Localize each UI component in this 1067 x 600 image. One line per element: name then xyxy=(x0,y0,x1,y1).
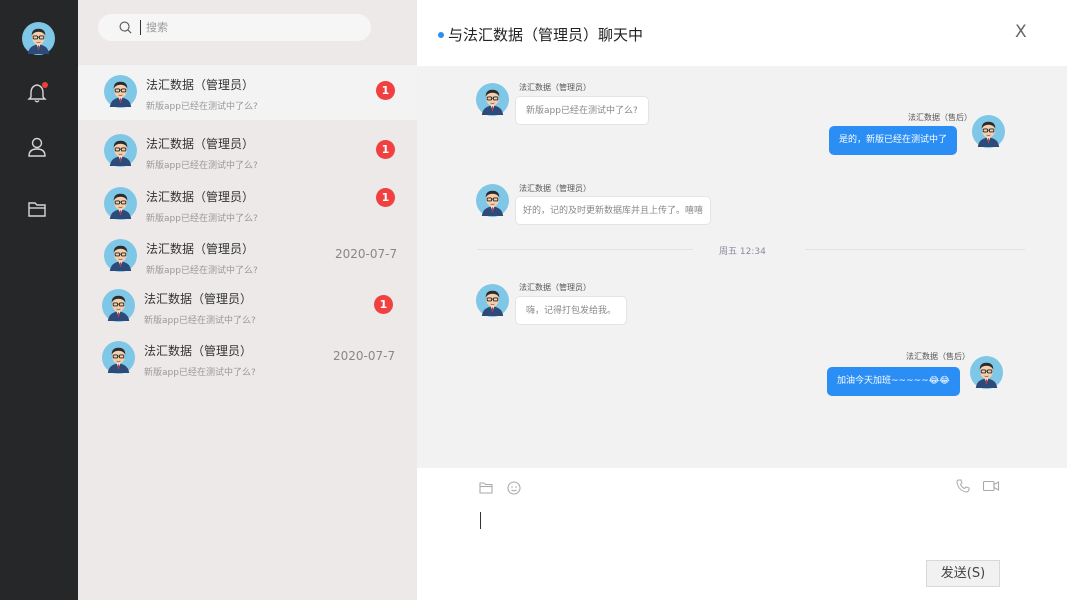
search-bar[interactable] xyxy=(98,14,371,41)
message-text: 加油今天加班~~~~~ xyxy=(837,376,929,386)
conversation-preview: 新版app已经在测试中了么? xyxy=(146,161,258,171)
search-icon xyxy=(119,21,132,34)
emoji: 😂😂 xyxy=(928,376,950,386)
message-input[interactable] xyxy=(475,504,1045,554)
message-sender: 法汇数据（管理员） xyxy=(519,184,591,193)
search-caret xyxy=(140,20,141,35)
conversation-date: 2020-07-7 xyxy=(333,349,396,363)
message-bubble[interactable]: 加油今天加班~~~~~😂😂 xyxy=(827,367,960,396)
divider xyxy=(805,249,1025,250)
conversation-date: 2020-07-7 xyxy=(335,247,398,261)
unread-badge: 1 xyxy=(374,295,393,314)
avatar xyxy=(104,75,137,108)
conversation-item[interactable]: 法汇数据（管理员） 新版app已经在测试中了么? 1 xyxy=(78,177,417,232)
folder-icon[interactable] xyxy=(26,198,48,220)
message-sender: 法汇数据（售后） xyxy=(906,352,970,361)
message-bubble[interactable]: 嗨，记得打包发给我。 xyxy=(515,296,628,325)
message-sender: 法汇数据（管理员） xyxy=(519,83,591,92)
divider xyxy=(477,249,693,250)
phone-icon[interactable] xyxy=(955,478,971,494)
conversation-item[interactable]: 法汇数据（管理员） 新版app已经在测试中了么? 1 xyxy=(78,279,417,334)
avatar xyxy=(102,289,135,322)
conversation-preview: 新版app已经在测试中了么? xyxy=(146,266,258,276)
emoji-icon[interactable] xyxy=(506,480,522,496)
conversation-name: 法汇数据（管理员） xyxy=(144,344,253,358)
message-bubble[interactable]: 好的，记的及时更新数据库并且上传了。嘻嘻 xyxy=(515,196,712,225)
search-input[interactable] xyxy=(146,18,346,37)
conversation-item[interactable]: 法汇数据（管理员） 新版app已经在测试中了么? 1 xyxy=(78,65,417,120)
unread-badge: 1 xyxy=(376,188,395,207)
conversation-list: 法汇数据（管理员） 新版app已经在测试中了么? 1 法汇数据（管理员） 新版a… xyxy=(78,0,417,600)
avatar xyxy=(102,341,135,374)
conversation-item[interactable]: 法汇数据（管理员） 新版app已经在测试中了么? 2020-07-7 xyxy=(78,331,417,386)
avatar xyxy=(104,239,137,272)
conversation-name: 法汇数据（管理员） xyxy=(146,137,255,151)
chat-app: 法汇数据（管理员） 新版app已经在测试中了么? 1 法汇数据（管理员） 新版a… xyxy=(0,0,1067,600)
folder-icon[interactable] xyxy=(478,480,494,496)
avatar xyxy=(476,284,509,317)
timestamp-separator: 周五 12:34 xyxy=(719,247,766,257)
avatar xyxy=(476,83,509,116)
conversation-preview: 新版app已经在测试中了么? xyxy=(146,102,258,112)
conversation-name: 法汇数据（管理员） xyxy=(146,78,255,92)
conversation-name: 法汇数据（管理员） xyxy=(146,190,255,204)
message-bubble[interactable]: 新版app已经在测试中了么? xyxy=(515,96,649,125)
conversation-item[interactable]: 法汇数据（管理员） 新版app已经在测试中了么? 1 xyxy=(78,124,417,179)
notification-dot xyxy=(42,82,48,88)
chat-title: 与法汇数据（管理员）聊天中 xyxy=(448,26,644,44)
avatar xyxy=(476,184,509,217)
avatar xyxy=(970,356,1003,389)
unread-badge: 1 xyxy=(376,140,395,159)
message-area[interactable]: 法汇数据（管理员） 新版app已经在测试中了么? 法汇数据（售后） 是的，新版已… xyxy=(417,66,1067,468)
conversation-preview: 新版app已经在测试中了么? xyxy=(144,316,256,326)
online-dot xyxy=(438,32,444,38)
video-call-icon[interactable] xyxy=(982,478,1000,494)
avatar xyxy=(972,115,1005,148)
user-icon[interactable] xyxy=(26,136,48,158)
avatar xyxy=(104,187,137,220)
conversation-preview: 新版app已经在测试中了么? xyxy=(144,368,256,378)
conversation-item[interactable]: 法汇数据（管理员） 新版app已经在测试中了么? 2020-07-7 xyxy=(78,229,417,284)
message-bubble[interactable]: 是的，新版已经在测试中了 xyxy=(829,126,958,155)
send-button[interactable]: 发送(S) xyxy=(926,560,1000,587)
compose-area: 发送(S) xyxy=(417,468,1067,600)
conversation-preview: 新版app已经在测试中了么? xyxy=(146,214,258,224)
message-sender: 法汇数据（管理员） xyxy=(519,283,591,292)
message-sender: 法汇数据（售后） xyxy=(908,113,972,122)
avatar[interactable] xyxy=(22,22,55,55)
chat-header: 与法汇数据（管理员）聊天中 X xyxy=(417,0,1067,66)
unread-badge: 1 xyxy=(376,81,395,100)
chat-panel: 与法汇数据（管理员）聊天中 X 法汇数据（管理员） 新版app已经在测试中了么?… xyxy=(417,0,1067,600)
close-button[interactable]: X xyxy=(1015,22,1027,42)
avatar xyxy=(104,134,137,167)
conversation-name: 法汇数据（管理员） xyxy=(146,242,255,256)
sidebar-nav xyxy=(0,0,78,600)
conversation-name: 法汇数据（管理员） xyxy=(144,292,253,306)
